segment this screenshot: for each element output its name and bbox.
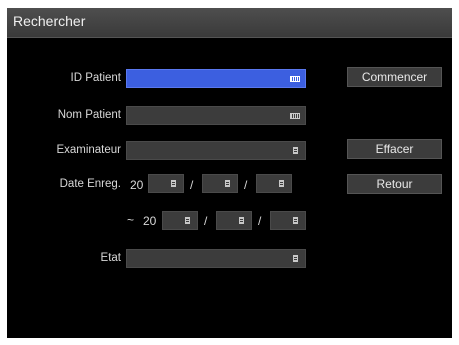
list-icon bbox=[293, 255, 298, 262]
date-separator: / bbox=[244, 178, 248, 192]
date-to-month-select[interactable] bbox=[216, 211, 252, 230]
examinateur-label: Examinateur bbox=[56, 144, 121, 156]
etat-select[interactable] bbox=[126, 249, 306, 268]
date-separator: / bbox=[204, 214, 208, 228]
examinateur-select[interactable] bbox=[126, 141, 306, 160]
list-icon bbox=[185, 217, 190, 224]
effacer-button[interactable]: Effacer bbox=[347, 139, 442, 159]
date-to-year-prefix: 20 bbox=[143, 214, 157, 228]
keyboard-icon[interactable] bbox=[290, 113, 300, 119]
list-icon bbox=[293, 217, 298, 224]
list-icon bbox=[239, 217, 244, 224]
nom-patient-input[interactable] bbox=[126, 106, 306, 125]
date-from-year-select[interactable] bbox=[148, 174, 184, 193]
retour-button[interactable]: Retour bbox=[347, 174, 442, 194]
date-to-day-select[interactable] bbox=[270, 211, 306, 230]
commencer-button[interactable]: Commencer bbox=[347, 67, 442, 87]
date-enreg-label: Date Enreg. bbox=[59, 178, 121, 190]
window-title: Rechercher bbox=[13, 13, 86, 29]
date-from-month-select[interactable] bbox=[202, 174, 238, 193]
date-range-symbol: ~ bbox=[127, 213, 135, 227]
title-bar: Rechercher bbox=[7, 8, 452, 38]
id-patient-input[interactable] bbox=[126, 69, 306, 88]
keyboard-icon[interactable] bbox=[290, 76, 300, 82]
list-icon bbox=[171, 180, 176, 187]
id-patient-label: ID Patient bbox=[70, 72, 122, 84]
date-separator: / bbox=[258, 214, 262, 228]
list-icon bbox=[225, 180, 230, 187]
search-window: Rechercher ID Patient Nom Patient Examin… bbox=[7, 8, 452, 338]
date-from-year-prefix: 20 bbox=[130, 178, 144, 192]
date-from-day-select[interactable] bbox=[256, 174, 292, 193]
date-to-year-select[interactable] bbox=[162, 211, 198, 230]
list-icon bbox=[293, 147, 298, 154]
etat-label: Etat bbox=[100, 252, 121, 264]
date-separator: / bbox=[190, 178, 194, 192]
nom-patient-label: Nom Patient bbox=[57, 109, 121, 121]
list-icon bbox=[279, 180, 284, 187]
